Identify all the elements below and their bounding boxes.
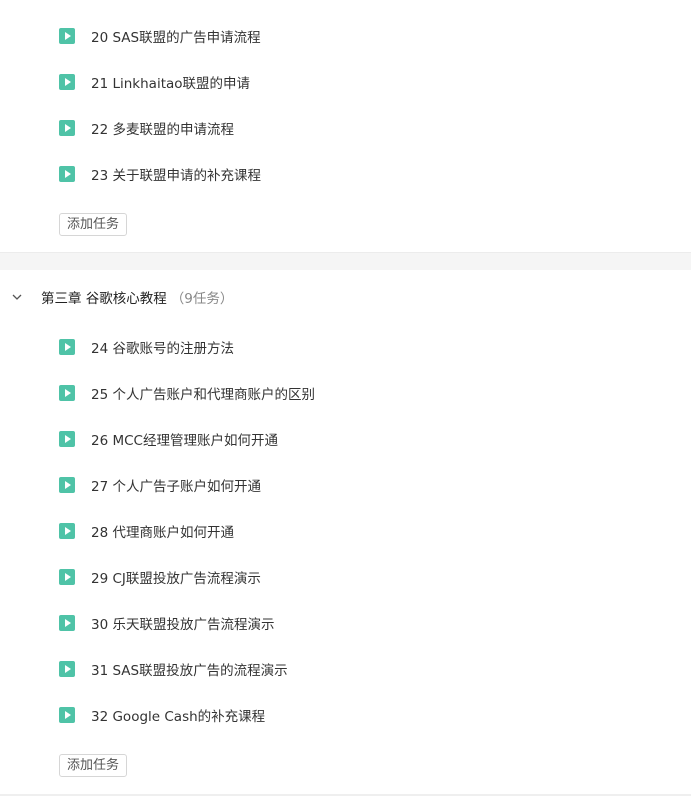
task-label: 25 个人广告账户和代理商账户的区别: [91, 387, 315, 403]
task-item[interactable]: 25 个人广告账户和代理商账户的区别: [59, 383, 315, 403]
chapter-section-previous: 20 SAS联盟的广告申请流程 21 Linkhaitao联盟的申请 22 多麦…: [0, 0, 691, 252]
play-icon: [59, 431, 75, 447]
task-label: 22 多麦联盟的申请流程: [91, 122, 234, 138]
task-item[interactable]: 22 多麦联盟的申请流程: [59, 118, 234, 138]
play-icon: [59, 523, 75, 539]
play-icon: [59, 615, 75, 631]
task-label: 27 个人广告子账户如何开通: [91, 479, 261, 495]
task-label: 24 谷歌账号的注册方法: [91, 341, 234, 357]
chapter-section-3: 第三章 谷歌核心教程 （9任务） 24 谷歌账号的注册方法 25 个人广告账户和…: [0, 270, 691, 794]
task-item[interactable]: 27 个人广告子账户如何开通: [59, 475, 261, 495]
play-icon: [59, 707, 75, 723]
play-icon: [59, 166, 75, 182]
chapter-header[interactable]: 第三章 谷歌核心教程 （9任务）: [12, 287, 233, 307]
task-item[interactable]: 21 Linkhaitao联盟的申请: [59, 72, 250, 92]
task-item[interactable]: 24 谷歌账号的注册方法: [59, 337, 234, 357]
task-label: 20 SAS联盟的广告申请流程: [91, 30, 261, 46]
add-task-button[interactable]: 添加任务: [59, 213, 128, 236]
task-item[interactable]: 23 关于联盟申请的补充课程: [59, 164, 261, 184]
task-label: 30 乐天联盟投放广告流程演示: [91, 617, 275, 633]
section-divider: [0, 252, 691, 270]
task-item[interactable]: 28 代理商账户如何开通: [59, 521, 234, 541]
task-item[interactable]: 32 Google Cash的补充课程: [59, 705, 265, 725]
play-icon: [59, 569, 75, 585]
chapter-title: 第三章 谷歌核心教程: [41, 291, 167, 307]
task-item[interactable]: 20 SAS联盟的广告申请流程: [59, 26, 261, 46]
play-icon: [59, 661, 75, 677]
task-item[interactable]: 26 MCC经理管理账户如何开通: [59, 429, 278, 449]
play-icon: [59, 385, 75, 401]
add-task-button[interactable]: 添加任务: [59, 754, 128, 777]
task-item[interactable]: 31 SAS联盟投放广告的流程演示: [59, 659, 288, 679]
chevron-down-icon[interactable]: [12, 292, 22, 302]
play-icon: [59, 477, 75, 493]
task-label: 28 代理商账户如何开通: [91, 525, 234, 541]
task-label: 31 SAS联盟投放广告的流程演示: [91, 663, 288, 679]
task-label: 21 Linkhaitao联盟的申请: [91, 76, 251, 92]
chapter-task-count: （9任务）: [170, 291, 234, 307]
play-icon: [59, 28, 75, 44]
play-icon: [59, 74, 75, 90]
play-icon: [59, 339, 75, 355]
task-label: 23 关于联盟申请的补充课程: [91, 168, 261, 184]
course-outline: 20 SAS联盟的广告申请流程 21 Linkhaitao联盟的申请 22 多麦…: [0, 0, 691, 796]
task-label: 29 CJ联盟投放广告流程演示: [91, 571, 261, 587]
task-label: 32 Google Cash的补充课程: [91, 709, 266, 725]
task-item[interactable]: 30 乐天联盟投放广告流程演示: [59, 613, 274, 633]
task-item[interactable]: 29 CJ联盟投放广告流程演示: [59, 567, 261, 587]
task-label: 26 MCC经理管理账户如何开通: [91, 433, 278, 449]
play-icon: [59, 120, 75, 136]
